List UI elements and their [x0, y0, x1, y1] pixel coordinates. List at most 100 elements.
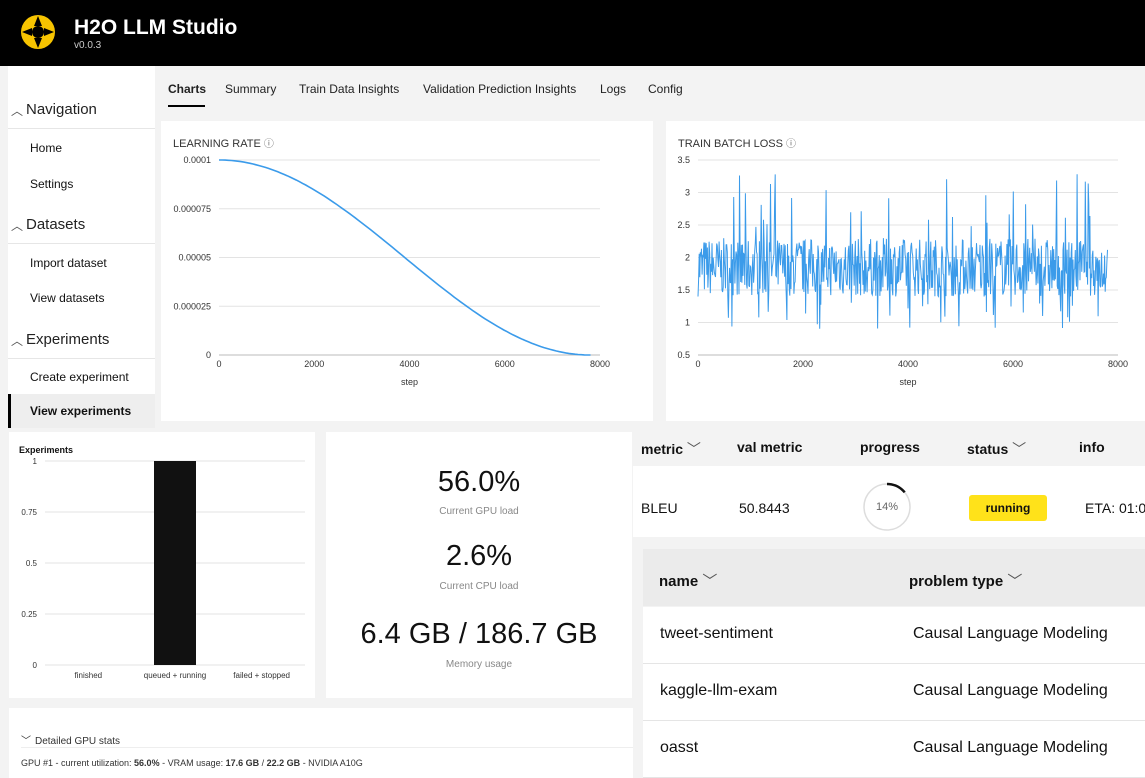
chevron-up-icon: ︿: [11, 334, 24, 348]
y-tick-label: 3.5: [677, 155, 690, 165]
x-tick-label: 0: [216, 359, 221, 369]
column-header-val-metric: val metric: [737, 439, 803, 455]
y-tick-label: 1.5: [677, 285, 690, 295]
sidebar-item-import-dataset[interactable]: Import dataset: [8, 246, 155, 280]
gpu-details-card: ﹀ Detailed GPU stats GPU #1 - current uti…: [9, 708, 633, 778]
y-tick-label: 3: [685, 188, 690, 198]
chevron-down-icon: ﹀: [702, 573, 718, 590]
learning-rate-chart: 0 0.000025 0.00005 0.000075 0.0001 0 2000 4000 6…: [173, 155, 610, 387]
sidebar-item-create-experiment[interactable]: Create experiment: [8, 360, 155, 394]
sidebar-item-view-experiments[interactable]: View experiments: [8, 394, 155, 428]
chevron-down-icon: ﹀: [21, 736, 31, 747]
y-tick-label: 0.0001: [183, 155, 211, 165]
x-axis-label: step: [899, 377, 916, 387]
x-tick-label: 8000: [1108, 359, 1128, 369]
metric-table: metric ﹀ val metric progress status ﹀ in…: [633, 426, 1145, 537]
column-header-name[interactable]: name ﹀: [659, 570, 717, 591]
tab-config[interactable]: Config: [648, 82, 683, 96]
y-tick-label: 1: [33, 457, 38, 466]
chevron-up-icon: ︿: [11, 104, 24, 118]
val-metric-cell: 50.8443: [739, 500, 790, 516]
y-tick-label: 0.75: [21, 508, 37, 517]
y-tick-label: 0: [33, 661, 38, 670]
divider: [21, 747, 633, 748]
x-tick-label: 4000: [399, 359, 419, 369]
tab-charts[interactable]: Charts: [168, 82, 206, 96]
learning-rate-card: LEARNING RATE ⓘ 0 0.000025 0.00005 0.000075…: [161, 121, 653, 421]
train-loss-chart: 0.5 1 1.5 2 2.5 3 3.5 0 2000 4000 6000 8000 step: [677, 155, 1128, 387]
tab-validation-prediction-insights[interactable]: Validation Prediction Insights: [423, 82, 576, 96]
nav-section-experiments[interactable]: ︿ Experiments: [8, 322, 155, 359]
table-row[interactable]: kaggle-llm-exam Causal Language Modeling: [643, 664, 1145, 721]
column-header-metric[interactable]: metric ﹀: [641, 439, 701, 459]
column-header-progress: progress: [860, 439, 920, 455]
train-loss-card: TRAIN BATCH LOSS ⓘ 0.5 1 1.5 2 2.5 3 3.5 0 2000 4…: [666, 121, 1145, 421]
y-tick-label: 2: [685, 253, 690, 263]
sidebar-item-home[interactable]: Home: [8, 131, 155, 165]
sidebar-item-settings[interactable]: Settings: [8, 167, 155, 201]
system-stats-card: 56.0% Current GPU load 2.6% Current CPU …: [326, 432, 632, 698]
column-header-problem-type[interactable]: problem type ﹀: [909, 570, 1022, 591]
metric-cell: BLEU: [641, 500, 678, 516]
h2o-logo-icon: [21, 15, 55, 49]
x-axis-label: step: [401, 377, 418, 387]
table-row[interactable]: oasst Causal Language Modeling: [643, 721, 1145, 778]
series-line: [697, 174, 1108, 329]
cpu-load-value: 2.6%: [445, 540, 513, 572]
top-bar: H2O LLM Studio v0.0.3: [0, 0, 1145, 66]
chevron-down-icon: ﹀: [1007, 573, 1023, 590]
y-tick-label: 2.5: [677, 220, 690, 230]
y-tick-label: 1: [685, 318, 690, 328]
x-tick-label: 8000: [590, 359, 610, 369]
chevron-up-icon: ︿: [11, 219, 24, 233]
experiment-name[interactable]: tweet-sentiment: [660, 625, 773, 643]
y-tick-label: 0.000075: [173, 204, 211, 214]
problem-type: Causal Language Modeling: [913, 739, 1108, 756]
sidebar-item-view-datasets[interactable]: View datasets: [8, 281, 155, 315]
problem-type: Causal Language Modeling: [913, 625, 1108, 642]
experiments-table-header: name ﹀ problem type ﹀: [643, 549, 1145, 606]
column-header-info: info: [1079, 439, 1105, 455]
column-header-status[interactable]: status ﹀: [967, 439, 1026, 459]
x-tick-label: failed + stopped: [233, 671, 290, 680]
problem-type: Causal Language Modeling: [913, 682, 1108, 699]
experiments-bar-chart: 0 0.25 0.5 0.75 1 finished queued + running fai…: [21, 457, 305, 680]
gpu-stats-line: GPU #1 - current utilization: 56.0% - VR…: [21, 758, 363, 768]
y-tick-label: 0: [206, 350, 211, 360]
sidebar: ︿ Navigation Home Settings ︿ Datasets Im…: [8, 66, 155, 428]
memory-usage-value: 6.4 GB / 186.7 GB: [360, 618, 598, 650]
bar: [154, 461, 196, 665]
y-tick-label: 0.5: [26, 559, 38, 568]
app-version: v0.0.3: [74, 40, 102, 51]
y-tick-label: 0.00005: [178, 253, 211, 263]
active-tab-indicator: [168, 105, 205, 107]
tab-logs[interactable]: Logs: [600, 82, 626, 96]
x-tick-label: queued + running: [144, 671, 207, 680]
chevron-down-icon: ﹀: [686, 441, 701, 457]
experiment-name[interactable]: oasst: [660, 739, 698, 757]
x-tick-label: 0: [695, 359, 700, 369]
memory-usage-label: Memory usage: [445, 659, 513, 670]
tab-train-data-insights[interactable]: Train Data Insights: [299, 82, 399, 96]
x-tick-label: 4000: [898, 359, 918, 369]
x-tick-label: 2000: [304, 359, 324, 369]
table-row[interactable]: tweet-sentiment Causal Language Modeling: [643, 607, 1145, 664]
info-cell: ETA: 01:0: [1085, 500, 1145, 516]
y-tick-label: 0.25: [21, 610, 37, 619]
y-tick-label: 0.5: [677, 350, 690, 360]
experiments-chart-card: Experiments 0 0.25 0.5 0.75 1 finished queued …: [9, 432, 315, 698]
progress-arc: [886, 482, 906, 494]
nav-section-navigation[interactable]: ︿ Navigation: [8, 92, 155, 129]
cpu-load-label: Current CPU load: [439, 581, 519, 592]
gpu-load-value: 56.0%: [437, 466, 521, 498]
x-tick-label: 6000: [1003, 359, 1023, 369]
status-badge: running: [969, 495, 1047, 521]
chevron-down-icon: ﹀: [1012, 441, 1027, 457]
nav-section-datasets[interactable]: ︿ Datasets: [8, 207, 155, 244]
x-tick-label: 2000: [793, 359, 813, 369]
experiment-name[interactable]: kaggle-llm-exam: [660, 682, 777, 700]
gpu-details-toggle[interactable]: ﹀ Detailed GPU stats: [21, 732, 120, 747]
app-title: H2O LLM Studio: [74, 16, 238, 39]
tab-summary[interactable]: Summary: [225, 82, 276, 96]
gpu-load-label: Current GPU load: [439, 506, 519, 517]
